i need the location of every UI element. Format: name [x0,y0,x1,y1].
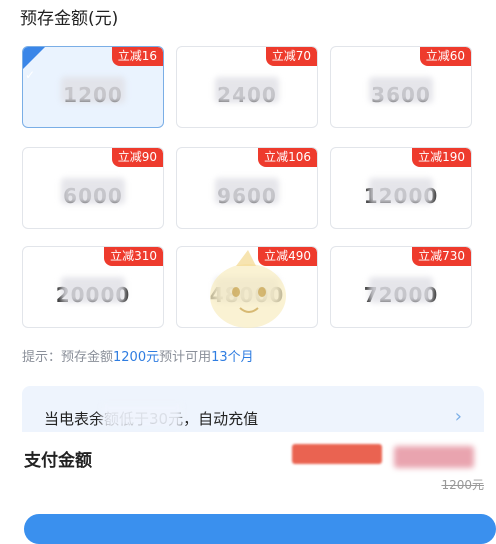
redaction-blur [369,77,433,103]
original-price: 1200元 [441,478,484,492]
redaction-blur [369,277,433,303]
discount-badge: 立减90 [111,148,163,167]
hint-months: 13个月 [211,350,254,365]
chevron-right-icon[interactable]: › [455,406,462,427]
amount-option-card[interactable]: 立减603600 [330,46,472,128]
amount-option-card[interactable]: ✓立减161200 [22,46,164,128]
discount-badge: 立减310 [104,247,163,266]
discount-badge: 立减16 [111,47,163,66]
amount-option-card[interactable]: 立减906000 [22,147,164,229]
redaction-blur [369,178,433,204]
redaction-blur [61,77,125,103]
checkmark-icon: ✓ [25,68,36,82]
redaction-blur [215,178,279,204]
discount-badge: 立减60 [419,47,471,66]
hint-prefix: 提示：预存金额 [22,350,114,365]
amount-option-card[interactable]: 立减19012000 [330,147,472,229]
hint-mid: 预计可用 [159,350,212,365]
pay-label: 支付金额 [24,451,92,471]
mascot-watermark-icon [210,250,286,328]
redaction-blur [61,178,125,204]
pay-amount [394,446,474,468]
pay-button[interactable] [24,514,496,544]
discount-badge: 立减70 [265,47,317,66]
hint-text: 提示：预存金额1200元预计可用13个月 [22,346,254,365]
amount-option-card[interactable]: 立减1069600 [176,147,318,229]
pay-discount-badge [292,444,382,464]
amount-option-card[interactable]: 立减73072000 [330,246,472,328]
section-title: 预存金额(元) [20,9,119,29]
discount-badge: 立减730 [412,247,471,266]
banner-blur [102,404,182,428]
discount-badge: 立减106 [258,148,317,167]
redaction-blur [61,277,125,303]
selected-check-icon: ✓ [23,47,45,82]
redaction-blur [215,77,279,103]
discount-badge: 立减190 [412,148,471,167]
amount-option-card[interactable]: 立减702400 [176,46,318,128]
amount-option-card[interactable]: 立减31020000 [22,246,164,328]
hint-amount: 1200元 [113,350,160,365]
